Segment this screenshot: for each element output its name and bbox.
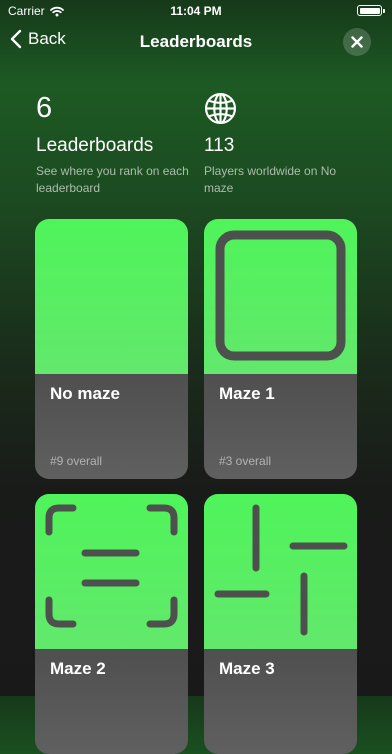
navigation-bar: Back Leaderboards (0, 22, 392, 62)
card-info: Maze 3 (204, 649, 357, 754)
players-subtitle: Players worldwide on No maze (204, 164, 337, 195)
page-title: Leaderboards (139, 32, 253, 51)
maze-bars-icon (214, 504, 348, 636)
card-rank: #3 overall (219, 454, 272, 468)
card-info: Maze 2 (35, 649, 188, 754)
maze-preview (35, 494, 188, 649)
card-info: No maze #9 overall (35, 374, 188, 479)
leaderboards-title: Leaderboards (36, 135, 154, 156)
maze-corners-icon (45, 504, 178, 628)
status-bar: Carrier 11:04 PM (0, 0, 392, 22)
leaderboard-card-maze-3[interactable]: Maze 3 (204, 494, 357, 754)
card-rank: #9 overall (50, 454, 103, 468)
battery-icon (357, 5, 385, 16)
globe-icon-wrap (204, 92, 354, 125)
leaderboards-stat: 6 Leaderboards See where you rank on eac… (36, 92, 201, 197)
close-button[interactable] (343, 28, 371, 56)
close-icon (351, 36, 363, 48)
leaderboard-card-maze-2[interactable]: Maze 2 (35, 494, 188, 754)
players-count: 113 (204, 135, 235, 156)
leaderboard-card-maze-1[interactable]: Maze 1 #3 overall (204, 219, 357, 479)
status-time: 11:04 PM (170, 4, 222, 18)
card-title: Maze 2 (50, 659, 106, 678)
leaderboards-subtitle: See where you rank on each leaderboard (36, 164, 189, 195)
card-title: No maze (50, 384, 120, 403)
leaderboards-count: 6 (36, 92, 53, 124)
card-info: Maze 1 #3 overall (204, 374, 357, 479)
players-stat: 113 Players worldwide on No maze (204, 92, 354, 197)
maze-preview (35, 219, 188, 374)
card-title: Maze 3 (219, 659, 275, 678)
leaderboard-card-no-maze[interactable]: No maze #9 overall (35, 219, 188, 479)
maze-preview (204, 219, 357, 374)
card-title: Maze 1 (219, 384, 275, 403)
globe-icon (204, 92, 237, 125)
maze-square-icon (215, 230, 346, 361)
maze-preview (204, 494, 357, 649)
